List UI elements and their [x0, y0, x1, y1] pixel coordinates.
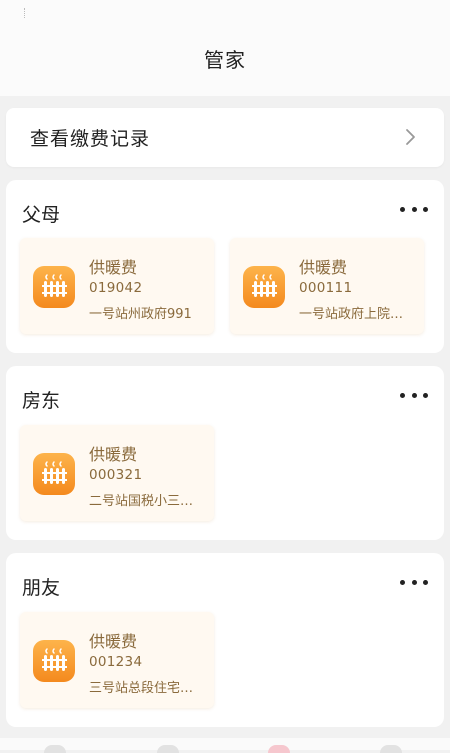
bill-type: 供暖费 [299, 258, 348, 277]
payment-records-label: 查看缴费记录 [30, 128, 151, 150]
heating-radiator-icon [33, 266, 75, 308]
bill-type: 供暖费 [89, 445, 138, 464]
app-header: 管家 [0, 0, 450, 96]
tab-profile[interactable] [380, 745, 402, 753]
status-indicator [24, 8, 26, 18]
bill-card[interactable]: 供暖费 019042 一号站州政府991 [20, 238, 214, 334]
group-friends: 朋友 供暖费 001234 三号站总段住宅… [6, 553, 444, 727]
heating-radiator-icon [33, 453, 75, 495]
account-address: 二号站国税小三… [89, 494, 194, 509]
more-horizontal-icon[interactable] [400, 390, 428, 400]
group-title: 朋友 [22, 577, 61, 599]
group-title: 父母 [22, 204, 61, 226]
bill-card[interactable]: 供暖费 000321 二号站国税小三… [20, 425, 214, 521]
heating-radiator-icon [33, 640, 75, 682]
account-address: 一号站州政府991 [89, 307, 192, 322]
account-number: 019042 [89, 280, 143, 296]
account-number: 001234 [89, 654, 143, 670]
tab-discover[interactable] [157, 745, 179, 753]
tab-home[interactable] [44, 745, 66, 753]
bill-type: 供暖费 [89, 632, 138, 651]
heating-radiator-icon [243, 266, 285, 308]
account-number: 000111 [299, 280, 353, 296]
account-number: 000321 [89, 467, 143, 483]
more-horizontal-icon[interactable] [400, 204, 428, 214]
chevron-right-icon [406, 129, 415, 145]
page-title: 管家 [204, 48, 246, 72]
bill-card[interactable]: 供暖费 001234 三号站总段住宅… [20, 612, 214, 708]
account-address: 三号站总段住宅… [89, 681, 194, 696]
account-address: 一号站政府上院… [299, 307, 404, 322]
bill-card[interactable]: 供暖费 000111 一号站政府上院… [230, 238, 424, 334]
more-horizontal-icon[interactable] [400, 577, 428, 587]
group-landlord: 房东 供暖费 000321 二号站国税小三… [6, 366, 444, 540]
group-title: 房东 [22, 390, 61, 412]
bill-type: 供暖费 [89, 258, 138, 277]
group-parents: 父母 供暖费 019042 一号站州政府991 供暖费 000111 一号站政府… [6, 180, 444, 353]
payment-records-row[interactable]: 查看缴费记录 [6, 108, 444, 167]
tab-butler[interactable] [268, 745, 290, 753]
